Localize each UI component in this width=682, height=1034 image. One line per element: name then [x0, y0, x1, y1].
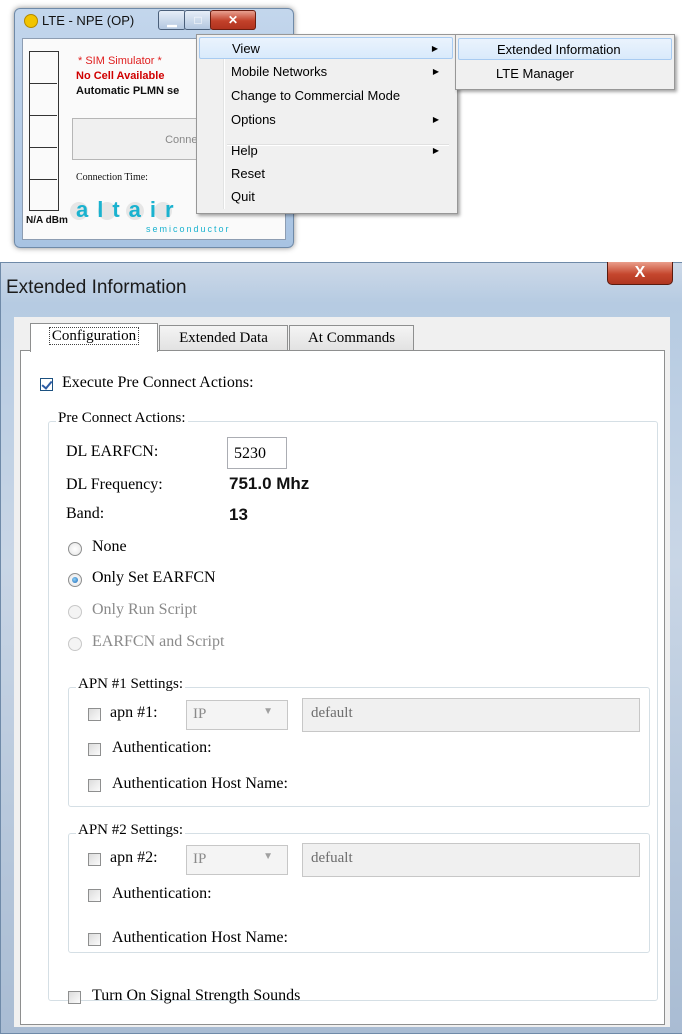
signal-level-line [29, 147, 57, 148]
plmn-status: Automatic PLMN se [76, 85, 180, 97]
chevron-down-icon: ▼ [263, 851, 273, 862]
connection-time-label: Connection Time: [76, 172, 148, 183]
apn1-settings-title: APN #1 Settings: [76, 676, 186, 693]
apn2-pdp-type-select[interactable]: IP ▼ [186, 845, 288, 875]
apn1-auth-host-label: Authentication Host Name: [112, 775, 288, 792]
close-icon: ✕ [227, 13, 239, 27]
submenu-arrow-icon: ▶ [431, 44, 438, 53]
radio-only-set-earfcn-label: Only Set EARFCN [92, 569, 216, 586]
dl-frequency-label: DL Frequency: [66, 476, 163, 493]
dl-earfcn-input[interactable]: 5230 [227, 437, 287, 469]
cell-status: No Cell Available [76, 70, 165, 82]
window-title: Extended Information [6, 277, 187, 298]
apn2-settings-title: APN #2 Settings: [76, 822, 186, 839]
altair-logo-subtext: semiconductor [146, 224, 231, 234]
signal-level-line [29, 83, 57, 84]
band-label: Band: [66, 505, 105, 522]
apn2-authentication-checkbox[interactable] [88, 889, 101, 902]
connect-button[interactable]: Connec [72, 118, 212, 160]
close-icon: X [634, 264, 646, 281]
apn1-checkbox[interactable] [88, 708, 101, 721]
submenu-item-lte-manager[interactable]: LTE Manager [458, 63, 672, 85]
radio-none[interactable] [68, 542, 82, 556]
signal-sounds-checkbox[interactable] [68, 991, 81, 1004]
signal-dbm-label: N/A dBm [26, 215, 68, 226]
tab-configuration[interactable]: Configuration [30, 323, 158, 352]
apn1-authentication-checkbox[interactable] [88, 743, 101, 756]
signal-sounds-label: Turn On Signal Strength Sounds [92, 987, 301, 1004]
altair-logo-text: altair [76, 197, 183, 222]
radio-earfcn-and-script-label: EARFCN and Script [92, 633, 225, 650]
dl-earfcn-label: DL EARFCN: [66, 443, 159, 460]
radio-only-run-script[interactable] [68, 605, 82, 619]
pre-connect-actions-title: Pre Connect Actions: [56, 410, 188, 427]
submenu-item-extended-information[interactable]: Extended Information [458, 38, 672, 60]
menu-item-change-to-commercial-mode[interactable]: Change to Commercial Mode [199, 85, 453, 107]
app-icon [24, 14, 38, 28]
signal-level-line [29, 115, 57, 116]
apn1-name-input[interactable]: default [302, 698, 640, 732]
apn1-authentication-label: Authentication: [112, 739, 212, 756]
minimize-icon: ▁ [167, 13, 177, 27]
menu-item-options[interactable]: Options ▶ [199, 109, 453, 131]
sim-status: * SIM Simulator * [78, 55, 162, 67]
maximize-icon: □ [194, 13, 202, 27]
menu-item-mobile-networks[interactable]: Mobile Networks ▶ [199, 61, 453, 83]
submenu-arrow-icon: ▶ [432, 115, 439, 124]
apn1-pdp-type-select[interactable]: IP ▼ [186, 700, 288, 730]
radio-none-label: None [92, 538, 127, 555]
radio-only-run-script-label: Only Run Script [92, 601, 197, 618]
submenu-arrow-icon: ▶ [432, 67, 439, 76]
signal-strength-bar [29, 51, 59, 211]
menu-item-view[interactable]: View ▶ [199, 37, 453, 59]
execute-pre-connect-label: Execute Pre Connect Actions: [62, 374, 254, 391]
execute-pre-connect-checkbox[interactable] [40, 378, 53, 391]
apn2-auth-host-label: Authentication Host Name: [112, 929, 288, 946]
apn2-auth-host-checkbox[interactable] [88, 933, 101, 946]
apn2-checkbox[interactable] [88, 853, 101, 866]
maximize-button[interactable]: □ [184, 10, 212, 30]
minimize-button[interactable]: ▁ [158, 10, 186, 30]
menu-item-reset[interactable]: Reset [199, 163, 453, 185]
apn2-authentication-label: Authentication: [112, 885, 212, 902]
view-submenu: Extended Information LTE Manager [455, 34, 675, 90]
chevron-down-icon: ▼ [263, 706, 273, 717]
menu-item-help[interactable]: Help ▶ [199, 140, 453, 162]
band-value: 13 [229, 505, 248, 524]
lte-window-title: LTE - NPE (OP) [42, 13, 135, 28]
submenu-arrow-icon: ▶ [432, 146, 439, 155]
apn2-label: apn #2: [110, 849, 158, 866]
apn1-auth-host-checkbox[interactable] [88, 779, 101, 792]
radio-only-set-earfcn[interactable] [68, 573, 82, 587]
context-menu: View ▶ Mobile Networks ▶ Change to Comme… [196, 34, 458, 214]
apn1-label: apn #1: [110, 704, 158, 721]
menu-item-quit[interactable]: Quit [199, 186, 453, 208]
signal-level-line [29, 179, 57, 180]
tab-at-commands[interactable]: At Commands [289, 325, 414, 350]
dl-frequency-value: 751.0 Mhz [229, 474, 310, 493]
radio-earfcn-and-script[interactable] [68, 637, 82, 651]
tab-extended-data[interactable]: Extended Data [159, 325, 288, 350]
apn2-name-input[interactable]: defualt [302, 843, 640, 877]
close-button[interactable]: X [607, 262, 673, 285]
close-button[interactable]: ✕ [210, 10, 256, 30]
